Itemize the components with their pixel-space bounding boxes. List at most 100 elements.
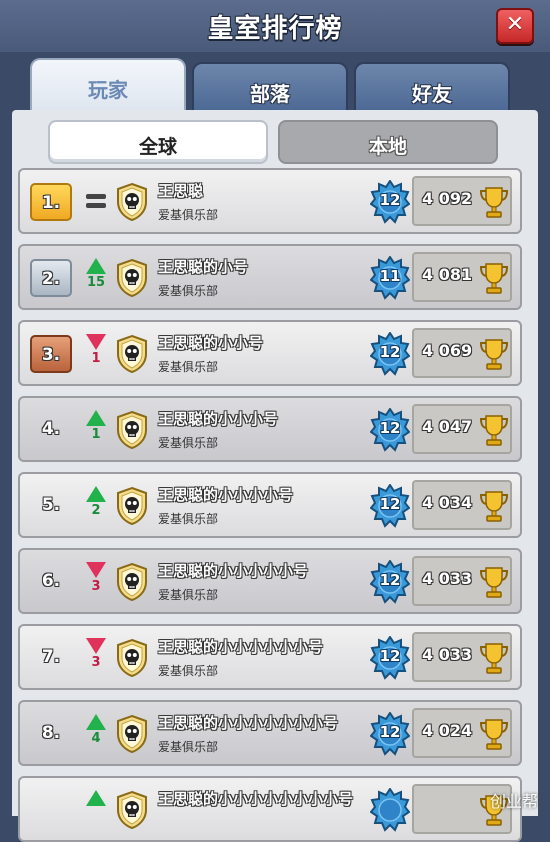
rank-badge: 5. bbox=[41, 495, 61, 515]
trophy-icon bbox=[479, 490, 509, 522]
club-name: 爱基俱乐部 bbox=[158, 360, 219, 374]
player-name[interactable]: 王思聪的小小小小小小号 bbox=[158, 636, 323, 657]
skull-shield-icon[interactable] bbox=[116, 258, 148, 298]
skull-shield-icon[interactable] bbox=[116, 182, 148, 222]
skull-shield-icon[interactable] bbox=[116, 714, 148, 754]
rank-change: 2 bbox=[91, 503, 101, 518]
table-row[interactable]: 6. 3 王思聪的小小小小小号爱基俱乐部 12 4 033 bbox=[18, 548, 522, 614]
rank-down-icon bbox=[86, 638, 106, 654]
level-star-icon: 12 bbox=[369, 559, 411, 604]
rank-up-icon bbox=[86, 714, 106, 730]
level-star-icon: 12 bbox=[369, 711, 411, 756]
tab-label: 玩家 bbox=[88, 78, 128, 102]
trophy-icon bbox=[479, 718, 509, 750]
trophy-count: 4 047 bbox=[422, 417, 473, 436]
skull-shield-icon[interactable] bbox=[116, 486, 148, 526]
subtab-label: 本地 bbox=[368, 136, 407, 158]
subtab-global[interactable]: 全球 bbox=[48, 120, 268, 164]
rank-change: 3 bbox=[91, 579, 101, 594]
no-change-icon bbox=[86, 194, 106, 210]
rank-trend: 3 bbox=[82, 560, 110, 606]
level-value: 12 bbox=[379, 571, 401, 589]
rank-down-icon bbox=[86, 334, 106, 350]
tab-label: 部落 bbox=[250, 82, 290, 106]
skull-shield-icon[interactable] bbox=[116, 334, 148, 374]
club-name: 爱基俱乐部 bbox=[158, 740, 219, 754]
rank-badge: 7. bbox=[41, 647, 61, 667]
rank-trend: 15 bbox=[82, 256, 110, 302]
skull-shield-icon[interactable] bbox=[116, 562, 148, 602]
trophy-count: 4 033 bbox=[422, 569, 473, 588]
level-value: 12 bbox=[379, 343, 401, 361]
level-value: 12 bbox=[379, 723, 401, 741]
rank-up-icon bbox=[86, 486, 106, 502]
close-button[interactable]: ✕ bbox=[496, 8, 534, 44]
club-name: 爱基俱乐部 bbox=[158, 208, 219, 222]
club-name: 爱基俱乐部 bbox=[158, 664, 219, 678]
rank-up-icon bbox=[86, 410, 106, 426]
trophy-icon bbox=[479, 186, 509, 218]
rank-change: 1 bbox=[91, 427, 101, 442]
level-star-icon: 12 bbox=[369, 635, 411, 680]
table-row[interactable]: 4. 1 王思聪的小小小号 爱基俱乐部 12 4 047 bbox=[18, 396, 522, 462]
player-name[interactable]: 王思聪 bbox=[158, 180, 203, 201]
rank-change: 1 bbox=[91, 351, 101, 366]
skull-shield-icon[interactable] bbox=[116, 638, 148, 678]
trophy-icon bbox=[479, 566, 509, 598]
rank-change: 4 bbox=[91, 731, 101, 746]
page-title: 皇室排行榜 bbox=[207, 14, 343, 44]
tab-friends[interactable]: 好友 bbox=[354, 62, 510, 110]
player-name[interactable]: 王思聪的小小小号 bbox=[158, 408, 278, 429]
club-name: 爱基俱乐部 bbox=[158, 284, 219, 298]
player-name[interactable]: 王思聪的小号 bbox=[158, 256, 248, 277]
club-name: 爱基俱乐部 bbox=[158, 436, 219, 450]
rank-badge bbox=[30, 791, 72, 829]
rank-badge: 8. bbox=[41, 723, 61, 743]
trophy-icon bbox=[479, 642, 509, 674]
player-name[interactable]: 王思聪的小小小小小小小号 bbox=[158, 712, 338, 733]
trophy-count: 4 033 bbox=[422, 645, 473, 664]
tab-players[interactable]: 玩家 bbox=[30, 58, 186, 110]
table-row[interactable]: 1. 王思聪 爱基俱乐部 12 4 092 bbox=[18, 168, 522, 234]
player-name[interactable]: 王思聪的小小小小小小小小号 bbox=[158, 788, 353, 809]
club-name: 爱基俱乐部 bbox=[158, 512, 219, 526]
trophy-count: 4 092 bbox=[422, 189, 473, 208]
table-row[interactable]: 5. 2 王思聪的小小小小号 爱基俱乐部 12 4 034 bbox=[18, 472, 522, 538]
table-row[interactable]: 王思聪的小小小小小小小小号 bbox=[18, 776, 522, 842]
rank-trend bbox=[82, 180, 110, 226]
trophy-count-box: 4 033 bbox=[412, 556, 512, 606]
trophy-icon bbox=[479, 338, 509, 370]
rank-badge: 4. bbox=[41, 419, 61, 439]
tab-bar: 玩家 部落 好友 bbox=[30, 58, 510, 110]
table-row[interactable]: 7. 3 王思聪的小小小小小小号 爱基俱乐部 12 4 033 bbox=[18, 624, 522, 690]
player-name[interactable]: 王思聪的小小小小小号 bbox=[158, 560, 308, 581]
subtab-label: 全球 bbox=[138, 136, 177, 158]
rank-badge: 1. bbox=[30, 183, 72, 221]
player-name[interactable]: 王思聪的小小小小号 bbox=[158, 484, 293, 505]
skull-shield-icon[interactable] bbox=[116, 410, 148, 450]
table-row[interactable]: 3. 1 王思聪的小小号爱基俱乐部 12 4 069 bbox=[18, 320, 522, 386]
club-name: 爱基俱乐部 bbox=[158, 588, 219, 602]
trophy-count: 4 034 bbox=[422, 493, 473, 512]
trophy-count: 4 024 bbox=[422, 721, 473, 740]
rank-badge: 6. bbox=[41, 571, 61, 591]
table-row[interactable]: 2. 15 王思聪的小号 爱基俱乐部 11 4 081 bbox=[18, 244, 522, 310]
skull-shield-icon[interactable] bbox=[116, 790, 148, 830]
tab-label: 好友 bbox=[412, 82, 452, 106]
rank-trend: 2 bbox=[82, 484, 110, 530]
level-value: 12 bbox=[379, 647, 401, 665]
trophy-count: 4 069 bbox=[422, 341, 473, 360]
trophy-count-box: 4 092 bbox=[412, 176, 512, 226]
rank-trend bbox=[82, 788, 110, 834]
rank-down-icon bbox=[86, 562, 106, 578]
rank-up-icon bbox=[86, 790, 106, 806]
tab-clans[interactable]: 部落 bbox=[192, 62, 348, 110]
trophy-count-box: 4 081 bbox=[412, 252, 512, 302]
level-star-icon: 12 bbox=[369, 331, 411, 376]
subtab-local[interactable]: 本地 bbox=[278, 120, 498, 164]
table-row[interactable]: 8. 4 王思聪的小小小小小小小号爱基俱乐部 12 4 024 bbox=[18, 700, 522, 766]
trophy-count-box: 4 034 bbox=[412, 480, 512, 530]
rank-badge: 3. bbox=[30, 335, 72, 373]
player-name[interactable]: 王思聪的小小号 bbox=[158, 332, 263, 353]
trophy-count-box: 4 024 bbox=[412, 708, 512, 758]
